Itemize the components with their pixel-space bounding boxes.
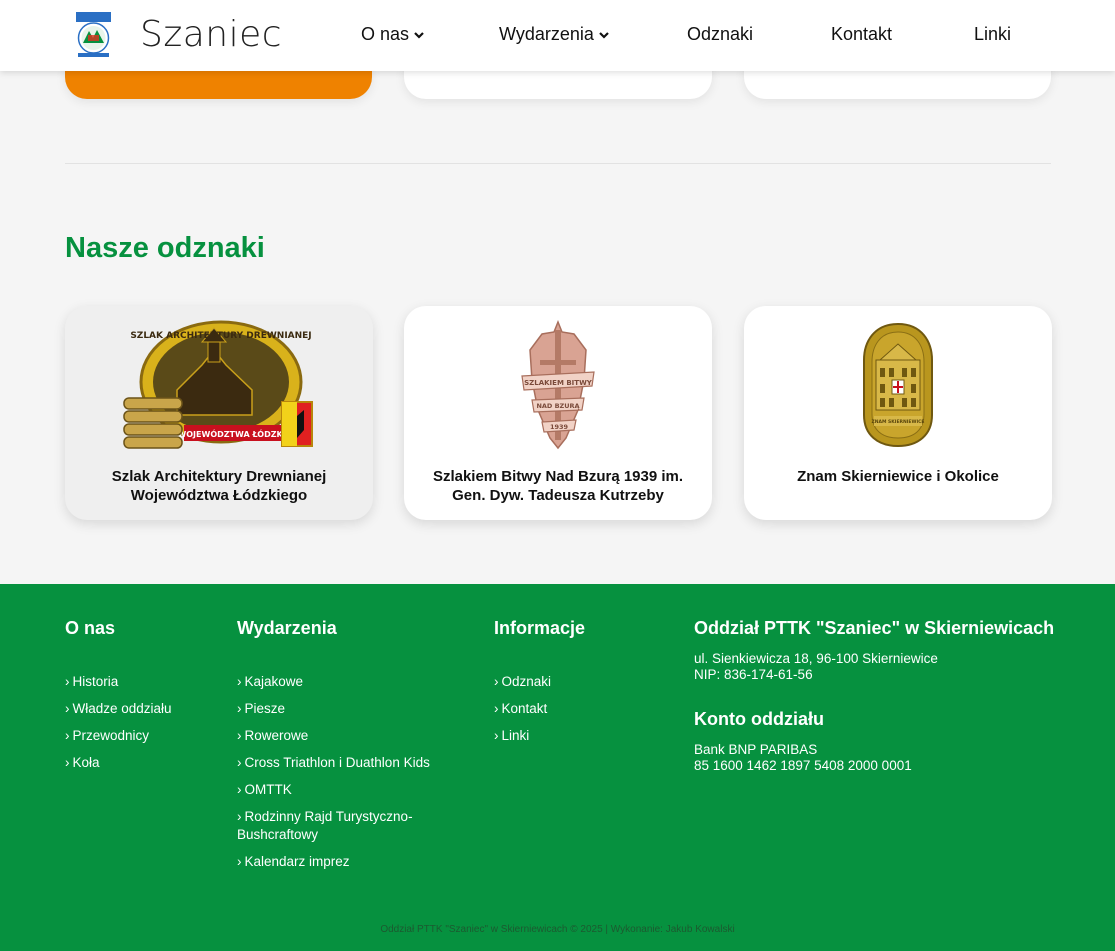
chevron-right-icon: › [237,674,242,689]
badge-card-title: Szlakiem Bitwy Nad Bzurą 1939 im. Gen. D… [432,468,684,504]
sword-banner-badge-icon: SZLAKIEM BITWY NAD BZURĄ 1939 [521,320,595,450]
chevron-right-icon: › [237,701,242,716]
nav-label: Wydarzenia [499,24,594,44]
footer-link[interactable]: › Kalendarz imprez [237,853,447,871]
nav-label: Kontakt [831,24,893,44]
footer-link[interactable]: › Władze oddziału [65,700,172,718]
footer-link[interactable]: › Kajakowe [237,673,447,691]
nav-label: O nas [361,24,410,44]
chevron-right-icon: › [65,674,70,689]
footer-link[interactable]: › Linki [494,727,585,745]
nav-item-linki[interactable]: Linki [974,24,1011,45]
footer-link[interactable]: › OMTTK [237,781,447,799]
footer-col-informacje: Informacje › Odznaki › Kontakt › Linki [494,618,585,754]
footer-link[interactable]: › Koła [65,754,172,772]
footer-col-title: Oddział PTTK "Szaniec" w Skierniewicach [694,618,1055,638]
footer-account-number: 85 1600 1462 1897 5408 2000 0001 [694,758,912,773]
chevron-right-icon: › [65,755,70,770]
footer-bank: Bank BNP PARIBAS [694,742,818,757]
footer-nip: NIP: 836-174-61-56 [694,667,813,682]
nav-item-odznaki[interactable]: Odznaki [687,24,753,45]
footer-link[interactable]: › Cross Triathlon i Duathlon Kids [237,754,447,772]
svg-text:SZLAKIEM BITWY: SZLAKIEM BITWY [524,379,593,387]
site-footer: O nas › Historia › Władze oddziału › Przewo… [0,584,1115,951]
footer-address: ul. Sienkiewicza 18, 96-100 Skierniewice [694,651,938,666]
svg-text:1939: 1939 [550,423,569,431]
footer-link[interactable]: › Kontakt [494,700,585,718]
site-header: Szaniec O nas Wydarzenia Odznaki Kontakt… [0,0,1115,71]
chevron-right-icon: › [494,728,499,743]
chevron-right-icon: › [494,674,499,689]
footer-link[interactable]: › Rowerowe [237,727,447,745]
footer-col-title: O nas [65,618,116,638]
footer-col-title: Informacje [494,618,586,638]
nav-label: Linki [974,24,1012,44]
footer-link[interactable]: › Piesze [237,700,447,718]
nav-item-wydarzenia[interactable]: Wydarzenia [499,24,610,45]
wooden-church-badge-icon: WOJEWÓDZTWA ŁÓDZKIEGO SZLAK ARCHITEKTURY… [123,320,313,449]
town-hall-badge-icon: ZNAM SKIERNIEWICE [863,322,933,448]
main-nav: O nas Wydarzenia Odznaki Kontakt Linki [0,0,1115,71]
chevron-down-icon [599,31,609,39]
chevron-right-icon: › [237,809,242,824]
footer-col-o-nas: O nas › Historia › Władze oddziału › Przewo… [65,618,172,781]
chevron-down-icon [414,31,424,39]
badges-section-title: Nasze odznaki [65,232,265,264]
chevron-right-icon: › [237,755,242,770]
chevron-right-icon: › [65,728,70,743]
chevron-right-icon: › [494,701,499,716]
section-divider [65,163,1051,164]
badge-card[interactable]: SZLAKIEM BITWY NAD BZURĄ 1939 Szlakiem B… [404,306,712,520]
footer-link[interactable]: › Przewodnicy [65,727,172,745]
footer-link[interactable]: › Historia [65,673,172,691]
nav-label: Odznaki [687,24,754,44]
footer-col-contact: Oddział PTTK "Szaniec" w Skierniewicach … [694,618,1094,774]
chevron-right-icon: › [237,728,242,743]
nav-item-o-nas[interactable]: O nas [361,24,425,45]
svg-text:NAD BZURĄ: NAD BZURĄ [536,402,579,410]
chevron-right-icon: › [65,701,70,716]
footer-col-title: Wydarzenia [237,618,337,638]
footer-link[interactable]: › Odznaki [494,673,585,691]
chevron-right-icon: › [237,854,242,869]
footer-copyright: Oddział PTTK "Szaniec" w Skierniewicach … [380,924,735,935]
badge-card-title: Szlak Architektury Drewnianej Województw… [111,468,327,504]
badge-card[interactable]: ZNAM SKIERNIEWICE Znam Skierniewice i Ok… [744,306,1052,520]
svg-text:ZNAM SKIERNIEWICE: ZNAM SKIERNIEWICE [871,419,924,425]
svg-text:SZLAK ARCHITEKTURY DREWNIANEJ: SZLAK ARCHITEKTURY DREWNIANEJ [130,331,311,341]
footer-account-title: Konto oddziału [694,709,824,729]
badge-card[interactable]: WOJEWÓDZTWA ŁÓDZKIEGO SZLAK ARCHITEKTURY… [65,306,373,520]
chevron-right-icon: › [237,782,242,797]
footer-col-wydarzenia: Wydarzenia › Kajakowe › Piesze › Rowerowe ›… [237,618,447,880]
footer-link[interactable]: › Rodzinny Rajd Turystyczno-Bushcraftowy [237,808,417,844]
nav-item-kontakt[interactable]: Kontakt [831,24,892,45]
badge-card-title: Znam Skierniewice i Okolice [797,468,999,485]
